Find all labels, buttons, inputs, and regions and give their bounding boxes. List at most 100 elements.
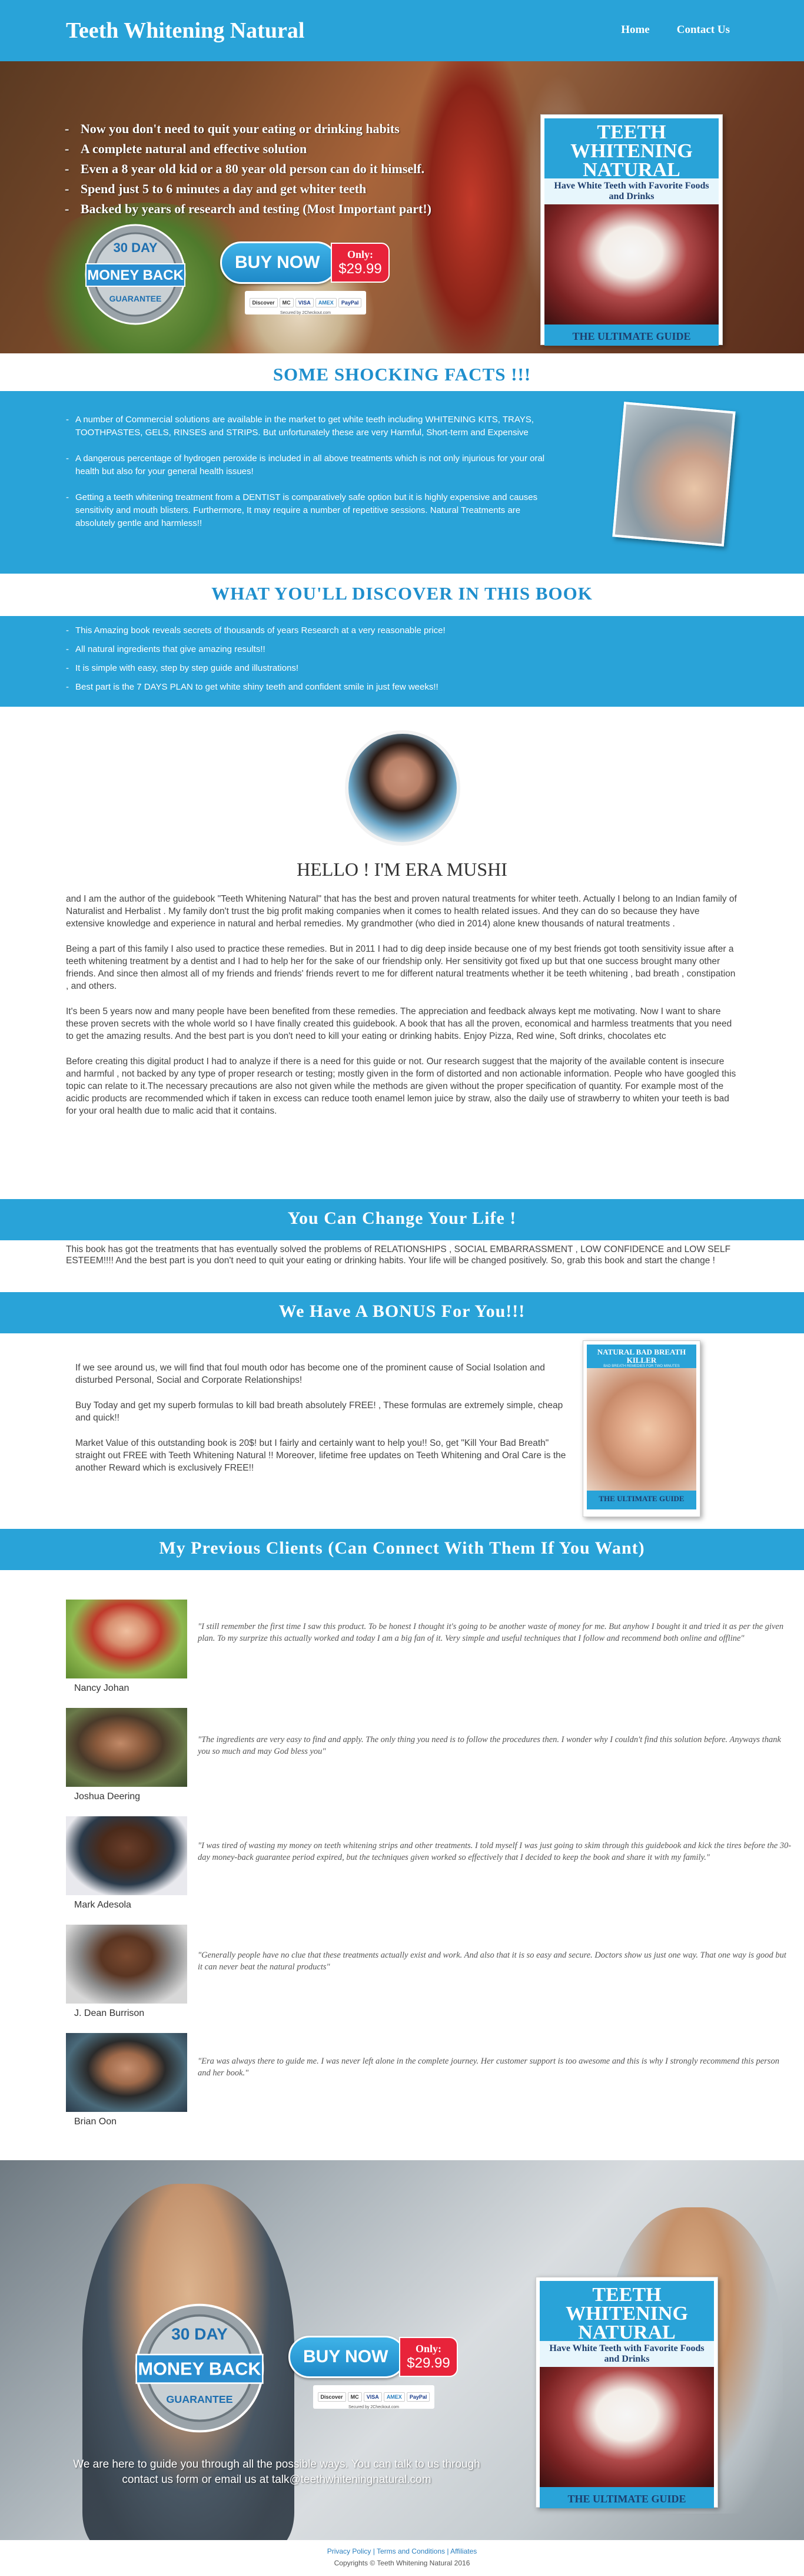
client-photo (66, 1816, 187, 1895)
bonus-paragraph: Market Value of this outstanding book is… (75, 1438, 566, 1473)
badge-top-text: 30 DAY (113, 240, 157, 255)
card-amex-icon: AMEX (315, 298, 337, 307)
discover-heading: WHAT YOU'LL DISCOVER IN THIS BOOK (211, 583, 593, 604)
copyright-text: Copyrights © Teeth Whitening Natural 201… (334, 2559, 470, 2567)
footer-money-back-badge: 30 DAY MONEY BACK GUARANTEE (135, 2303, 264, 2433)
money-back-badge: 30 DAY MONEY BACK GUARANTEE (85, 224, 186, 325)
fact-item: A number of Commercial solutions are ava… (66, 413, 560, 439)
footer-book-cover: TEETH WHITENING NATURAL Have White Teeth… (536, 2277, 718, 2508)
card-paypal-icon: PayPal (338, 298, 362, 307)
bonus-book-header: NATURAL BAD BREATH KILLER BAD BREATH REM… (587, 1345, 696, 1368)
secured-by-text: Secured by 2Checkout.com (280, 311, 331, 315)
card-visa-icon: VISA (295, 298, 314, 307)
bonus-book-image (587, 1368, 696, 1491)
client-name: Brian Oon (74, 2117, 117, 2127)
client-quote: "Generally people have no clue that thes… (198, 1951, 786, 1972)
nav-home-link[interactable]: Home (621, 24, 650, 37)
change-heading: You Can Change Your Life ! (287, 1208, 517, 1228)
footer-book-title: TEETH WHITENING NATURAL (566, 2284, 688, 2343)
footer-book-smile-image (540, 2367, 714, 2487)
client-name: Nancy Johan (74, 1683, 129, 1693)
nav-links: Home Contact Us (621, 24, 730, 37)
footer-contact-text: We are here to guide you through all the… (73, 2458, 480, 2486)
footer-badge-middle-text: MONEY BACK (138, 2359, 261, 2379)
author-avatar (345, 730, 460, 846)
client-photo (66, 1925, 187, 2004)
client-quote: "The ingredients are very easy to find a… (198, 1735, 781, 1756)
client-testimonial: Nancy Johan "I still remember the first … (66, 1600, 802, 1700)
brand-title[interactable]: Teeth Whitening Natural (66, 18, 304, 44)
footer-secured-by-text: Secured by 2Checkout.com (348, 2405, 399, 2409)
footer-buy-now-button[interactable]: BUY NOW (288, 2336, 406, 2378)
price-only-label: Only: (347, 249, 373, 260)
affiliates-link[interactable]: Affiliates (450, 2547, 477, 2555)
card-amex-icon: AMEX (383, 2392, 405, 2402)
hero-benefit: A complete natural and effective solutio… (65, 139, 431, 159)
footer-price-tag[interactable]: Only: $29.99 (399, 2337, 458, 2377)
book-title: TEETH WHITENING NATURAL (570, 121, 693, 181)
card-discover-icon: Discover (249, 298, 278, 307)
price-tag[interactable]: Only: $29.99 (331, 243, 390, 283)
book-footer: THE ULTIMATE GUIDE (544, 325, 719, 346)
privacy-policy-link[interactable]: Privacy Policy (327, 2547, 371, 2555)
footer-price-only-label: Only: (415, 2343, 441, 2355)
dentist-photo (612, 402, 736, 547)
client-name: J. Dean Burrison (74, 2008, 145, 2018)
client-testimonial: Brian Oon "Era was always there to guide… (66, 2033, 802, 2133)
top-nav: Teeth Whitening Natural Home Contact Us (0, 0, 804, 61)
discover-item: All natural ingredients that give amazin… (66, 643, 446, 656)
book-smile-image (544, 204, 719, 325)
bonus-book-cover: NATURAL BAD BREATH KILLER BAD BREATH REM… (583, 1340, 700, 1517)
discover-item: It is simple with easy, step by step gui… (66, 662, 446, 675)
hero-book-cover: TEETH WHITENING NATURAL Have White Teeth… (540, 114, 723, 346)
fact-item: A dangerous percentage of hydrogen perox… (66, 452, 560, 478)
hero-benefit: Even a 8 year old kid or a 80 year old p… (65, 159, 431, 179)
card-paypal-icon: PayPal (406, 2392, 430, 2402)
card-visa-icon: VISA (363, 2392, 382, 2402)
book-header: TEETH WHITENING NATURAL (544, 118, 719, 181)
bonus-text: If we see around us, we will find that f… (75, 1362, 570, 1487)
client-name: Joshua Deering (74, 1792, 141, 1802)
page-footer: Privacy Policy | Terms and Conditions | … (0, 2540, 804, 2576)
footer-book-header: TEETH WHITENING NATURAL (540, 2281, 714, 2343)
footer-badge-bottom-text: GUARANTEE (166, 2393, 232, 2405)
facts-list: A number of Commercial solutions are ava… (66, 413, 560, 543)
client-quote: "Era was always there to guide me. I was… (198, 2057, 779, 2078)
footer-book-subtitle: Have White Teeth with Favorite Foods and… (540, 2341, 714, 2367)
facts-heading: SOME SHOCKING FACTS !!! (273, 364, 531, 385)
discover-item: Best part is the 7 DAYS PLAN to get whit… (66, 681, 446, 694)
card-mastercard-icon: MC (347, 2392, 362, 2402)
author-heading: HELLO ! I'M ERA MUSHI (297, 859, 507, 880)
bonus-paragraph: If we see around us, we will find that f… (75, 1363, 545, 1385)
bonus-book-title: NATURAL BAD BREATH KILLER (597, 1347, 686, 1365)
fact-item: Getting a teeth whitening treatment from… (66, 491, 560, 530)
price-amount: $29.99 (338, 261, 382, 277)
bonus-heading: We Have A BONUS For You!!! (278, 1302, 526, 1321)
hero-benefit: Spend just 5 to 6 minutes a day and get … (65, 179, 431, 199)
client-quote: "I still remember the first time I saw t… (198, 1622, 784, 1643)
footer-badge-top-text: 30 DAY (171, 2325, 228, 2343)
badge-middle-text: MONEY BACK (87, 267, 184, 283)
terms-link[interactable]: Terms and Conditions (377, 2547, 445, 2555)
change-text: This book has got the treatments that ha… (66, 1244, 731, 1266)
footer-links: Privacy Policy | Terms and Conditions | … (0, 2547, 804, 2555)
nav-contact-link[interactable]: Contact Us (677, 24, 730, 37)
discover-item: This Amazing book reveals secrets of tho… (66, 624, 446, 637)
card-mastercard-icon: MC (279, 298, 294, 307)
badge-bottom-text: GUARANTEE (109, 294, 162, 303)
discover-list: This Amazing book reveals secrets of tho… (66, 624, 446, 700)
footer-price-amount: $29.99 (407, 2355, 450, 2371)
story-paragraph: It's been 5 years now and many people ha… (66, 1006, 732, 1041)
hero-benefits-list: Now you don't need to quit your eating o… (65, 119, 431, 219)
author-story: and I am the author of the guidebook "Te… (66, 893, 739, 1130)
clients-heading: My Previous Clients (Can Connect With Th… (159, 1538, 645, 1558)
client-name: Mark Adesola (74, 1900, 131, 1910)
story-paragraph: Being a part of this family I also used … (66, 944, 736, 991)
buy-now-button[interactable]: BUY NOW (220, 241, 338, 284)
client-testimonial: J. Dean Burrison "Generally people have … (66, 1925, 802, 2025)
footer-book-footer: THE ULTIMATE GUIDE (540, 2487, 714, 2508)
bonus-paragraph: Buy Today and get my superb formulas to … (75, 1400, 563, 1423)
client-photo (66, 1708, 187, 1787)
story-paragraph: and I am the author of the guidebook "Te… (66, 894, 737, 929)
client-photo (66, 2033, 187, 2112)
